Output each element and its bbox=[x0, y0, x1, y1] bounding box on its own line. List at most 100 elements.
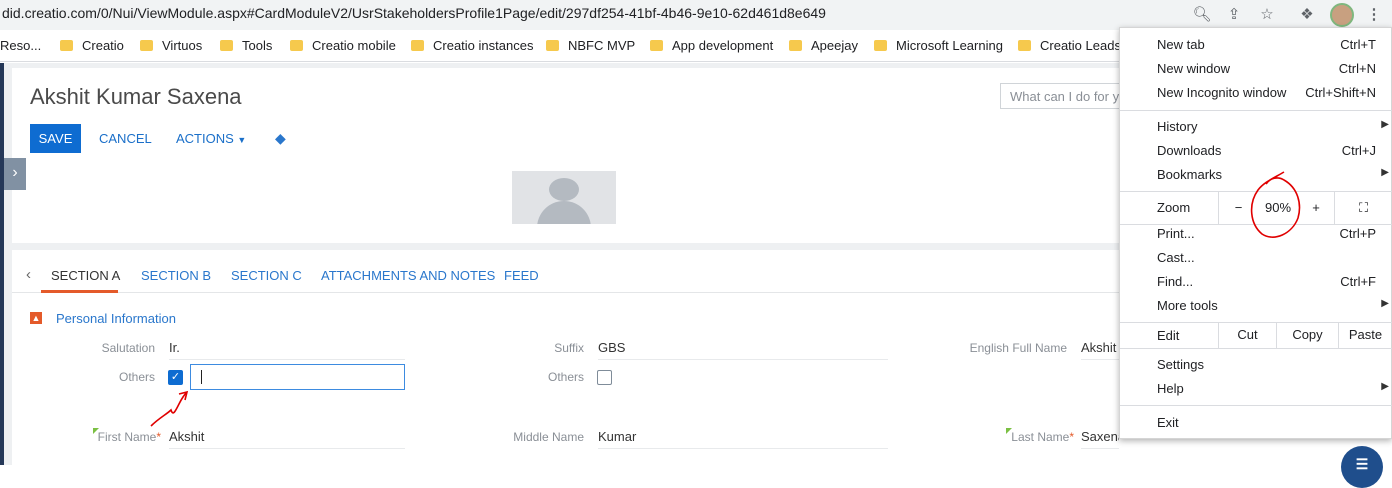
submenu-arrow-icon: ▶ bbox=[1381, 298, 1389, 309]
middle-name-field[interactable]: Kumar bbox=[598, 429, 888, 449]
bookmark-item[interactable]: Creatio instances bbox=[411, 38, 533, 53]
menu-item-find[interactable]: Find... Ctrl+F bbox=[1120, 270, 1392, 294]
zoom-level: 90% bbox=[1264, 200, 1292, 215]
checkmark-icon: ✓ bbox=[170, 371, 181, 383]
menu-item-new-incognito[interactable]: New Incognito window Ctrl+Shift+N bbox=[1120, 81, 1392, 105]
menu-item-exit[interactable]: Exit bbox=[1120, 411, 1392, 435]
browser-main-menu: New tab Ctrl+T New window Ctrl+N New Incog… bbox=[1119, 27, 1392, 439]
contact-photo[interactable] bbox=[512, 171, 616, 224]
menu-item-downloads[interactable]: Downloads Ctrl+J bbox=[1120, 139, 1392, 163]
feedback-fab-icon[interactable]: ☰ bbox=[1341, 446, 1383, 488]
tab-section-b[interactable]: SECTION B bbox=[141, 268, 211, 283]
bookmark-item[interactable]: Creatio mobile bbox=[290, 38, 396, 53]
folder-icon bbox=[290, 40, 303, 51]
avatar-head bbox=[549, 178, 579, 201]
bookmark-item[interactable]: Creatio bbox=[60, 38, 124, 53]
suffix-field[interactable]: GBS bbox=[598, 340, 888, 360]
caret-down-icon: ▼ bbox=[237, 135, 247, 145]
menu-item-settings[interactable]: Settings bbox=[1120, 353, 1392, 377]
folder-icon bbox=[546, 40, 559, 51]
menu-item-bookmarks[interactable]: Bookmarks ▶ bbox=[1120, 163, 1392, 187]
page-title: Akshit Kumar Saxena bbox=[30, 84, 242, 109]
menu-item-cast[interactable]: Cast... bbox=[1120, 246, 1392, 270]
actions-label: ACTIONS bbox=[176, 131, 234, 146]
more-menu-icon[interactable]: ⋮ bbox=[1364, 5, 1384, 25]
tabs-divider bbox=[12, 292, 1124, 293]
tab-scroll-left-icon[interactable]: ‹ bbox=[26, 266, 31, 283]
first-name-field[interactable]: Akshit bbox=[169, 429, 405, 449]
text-caret bbox=[201, 370, 202, 384]
menu-separator bbox=[1120, 110, 1392, 111]
bookmark-item[interactable]: Virtuos bbox=[140, 38, 202, 53]
group-title[interactable]: Personal Information bbox=[56, 311, 176, 326]
zoom-icon[interactable]: 🔍︎ bbox=[1192, 5, 1212, 25]
browser-address-bar[interactable]: did.creatio.com/0/Nui/ViewModule.aspx#Ca… bbox=[0, 0, 1392, 30]
folder-icon bbox=[60, 40, 73, 51]
tab-section-a[interactable]: SECTION A bbox=[51, 268, 120, 283]
menu-item-print[interactable]: Print... Ctrl+P bbox=[1120, 222, 1392, 246]
submenu-arrow-icon: ▶ bbox=[1381, 381, 1389, 392]
bookmark-item[interactable]: NBFC MVP bbox=[546, 38, 635, 53]
share-icon[interactable]: ⇪ bbox=[1224, 5, 1244, 25]
last-name-label: Last Name* bbox=[1011, 430, 1074, 444]
first-name-label: First Name* bbox=[97, 430, 161, 444]
others-checkbox[interactable]: ✓ bbox=[168, 370, 183, 385]
tab-attachments-notes[interactable]: ATTACHMENTS AND NOTES bbox=[321, 268, 495, 283]
zoom-in-button[interactable]: + bbox=[1298, 192, 1334, 224]
others-text-input[interactable] bbox=[190, 364, 405, 390]
folder-icon bbox=[1018, 40, 1031, 51]
others-label: Others bbox=[118, 370, 155, 384]
bookmark-item[interactable]: Tools bbox=[220, 38, 272, 53]
submenu-arrow-icon: ▶ bbox=[1381, 119, 1389, 130]
tag-icon[interactable]: ◆ bbox=[275, 130, 286, 147]
cut-button[interactable]: Cut bbox=[1218, 322, 1276, 348]
menu-separator bbox=[1120, 405, 1392, 406]
profile-avatar[interactable] bbox=[1330, 3, 1354, 27]
folder-icon bbox=[140, 40, 153, 51]
menu-item-history[interactable]: History ▶ bbox=[1120, 115, 1392, 139]
zoom-out-button[interactable]: − bbox=[1218, 192, 1258, 224]
command-search-input[interactable]: What can I do for yo bbox=[1000, 83, 1124, 109]
menu-item-help[interactable]: Help ▶ bbox=[1120, 377, 1392, 401]
others-label-right: Others bbox=[547, 370, 584, 384]
menu-item-more-tools[interactable]: More tools ▶ bbox=[1120, 294, 1392, 318]
menu-item-new-tab[interactable]: New tab Ctrl+T bbox=[1120, 33, 1392, 57]
salutation-field[interactable]: Ir. bbox=[169, 340, 405, 360]
tab-feed[interactable]: FEED bbox=[504, 268, 539, 283]
others-checkbox-right[interactable] bbox=[597, 370, 612, 385]
copy-button[interactable]: Copy bbox=[1276, 322, 1338, 348]
folder-icon bbox=[220, 40, 233, 51]
paste-button[interactable]: Paste bbox=[1338, 322, 1392, 348]
suffix-label: Suffix bbox=[554, 341, 584, 355]
folder-icon bbox=[789, 40, 802, 51]
menu-item-new-window[interactable]: New window Ctrl+N bbox=[1120, 57, 1392, 81]
bookmark-item[interactable]: Microsoft Learning bbox=[874, 38, 1003, 53]
bookmark-item[interactable]: Apeejay bbox=[789, 38, 858, 53]
folder-icon bbox=[411, 40, 424, 51]
english-full-name-field[interactable]: Akshit bbox=[1081, 340, 1119, 360]
extensions-icon[interactable]: ❖ bbox=[1297, 5, 1317, 25]
star-icon[interactable]: ☆ bbox=[1257, 5, 1277, 25]
bookmark-item[interactable]: App development bbox=[650, 38, 773, 53]
fullscreen-icon[interactable]: ⛶ bbox=[1334, 192, 1392, 224]
submenu-arrow-icon: ▶ bbox=[1381, 167, 1389, 178]
cancel-button[interactable]: CANCEL bbox=[99, 131, 152, 146]
english-full-name-label: English Full Name bbox=[969, 341, 1067, 355]
menu-separator bbox=[1120, 348, 1392, 349]
middle-name-label: Middle Name bbox=[513, 430, 584, 444]
active-tab-indicator bbox=[41, 290, 118, 293]
save-button[interactable]: SAVE bbox=[30, 124, 81, 153]
tab-section-c[interactable]: SECTION C bbox=[231, 268, 302, 283]
bookmark-item[interactable]: Reso... bbox=[0, 38, 41, 53]
last-name-field[interactable]: Saxena bbox=[1081, 429, 1119, 449]
chevron-right-icon: › bbox=[12, 164, 18, 181]
avatar-body bbox=[537, 201, 591, 224]
collapse-icon[interactable]: ▲ bbox=[30, 312, 42, 324]
sidebar-toggle-button[interactable]: › bbox=[4, 158, 26, 190]
actions-button[interactable]: ACTIONS ▼ bbox=[176, 131, 246, 146]
bookmark-item[interactable]: Creatio Leads bbox=[1018, 38, 1121, 53]
salutation-label: Salutation bbox=[101, 341, 155, 355]
folder-icon bbox=[650, 40, 663, 51]
url-text[interactable]: did.creatio.com/0/Nui/ViewModule.aspx#Ca… bbox=[2, 5, 826, 21]
folder-icon bbox=[874, 40, 887, 51]
